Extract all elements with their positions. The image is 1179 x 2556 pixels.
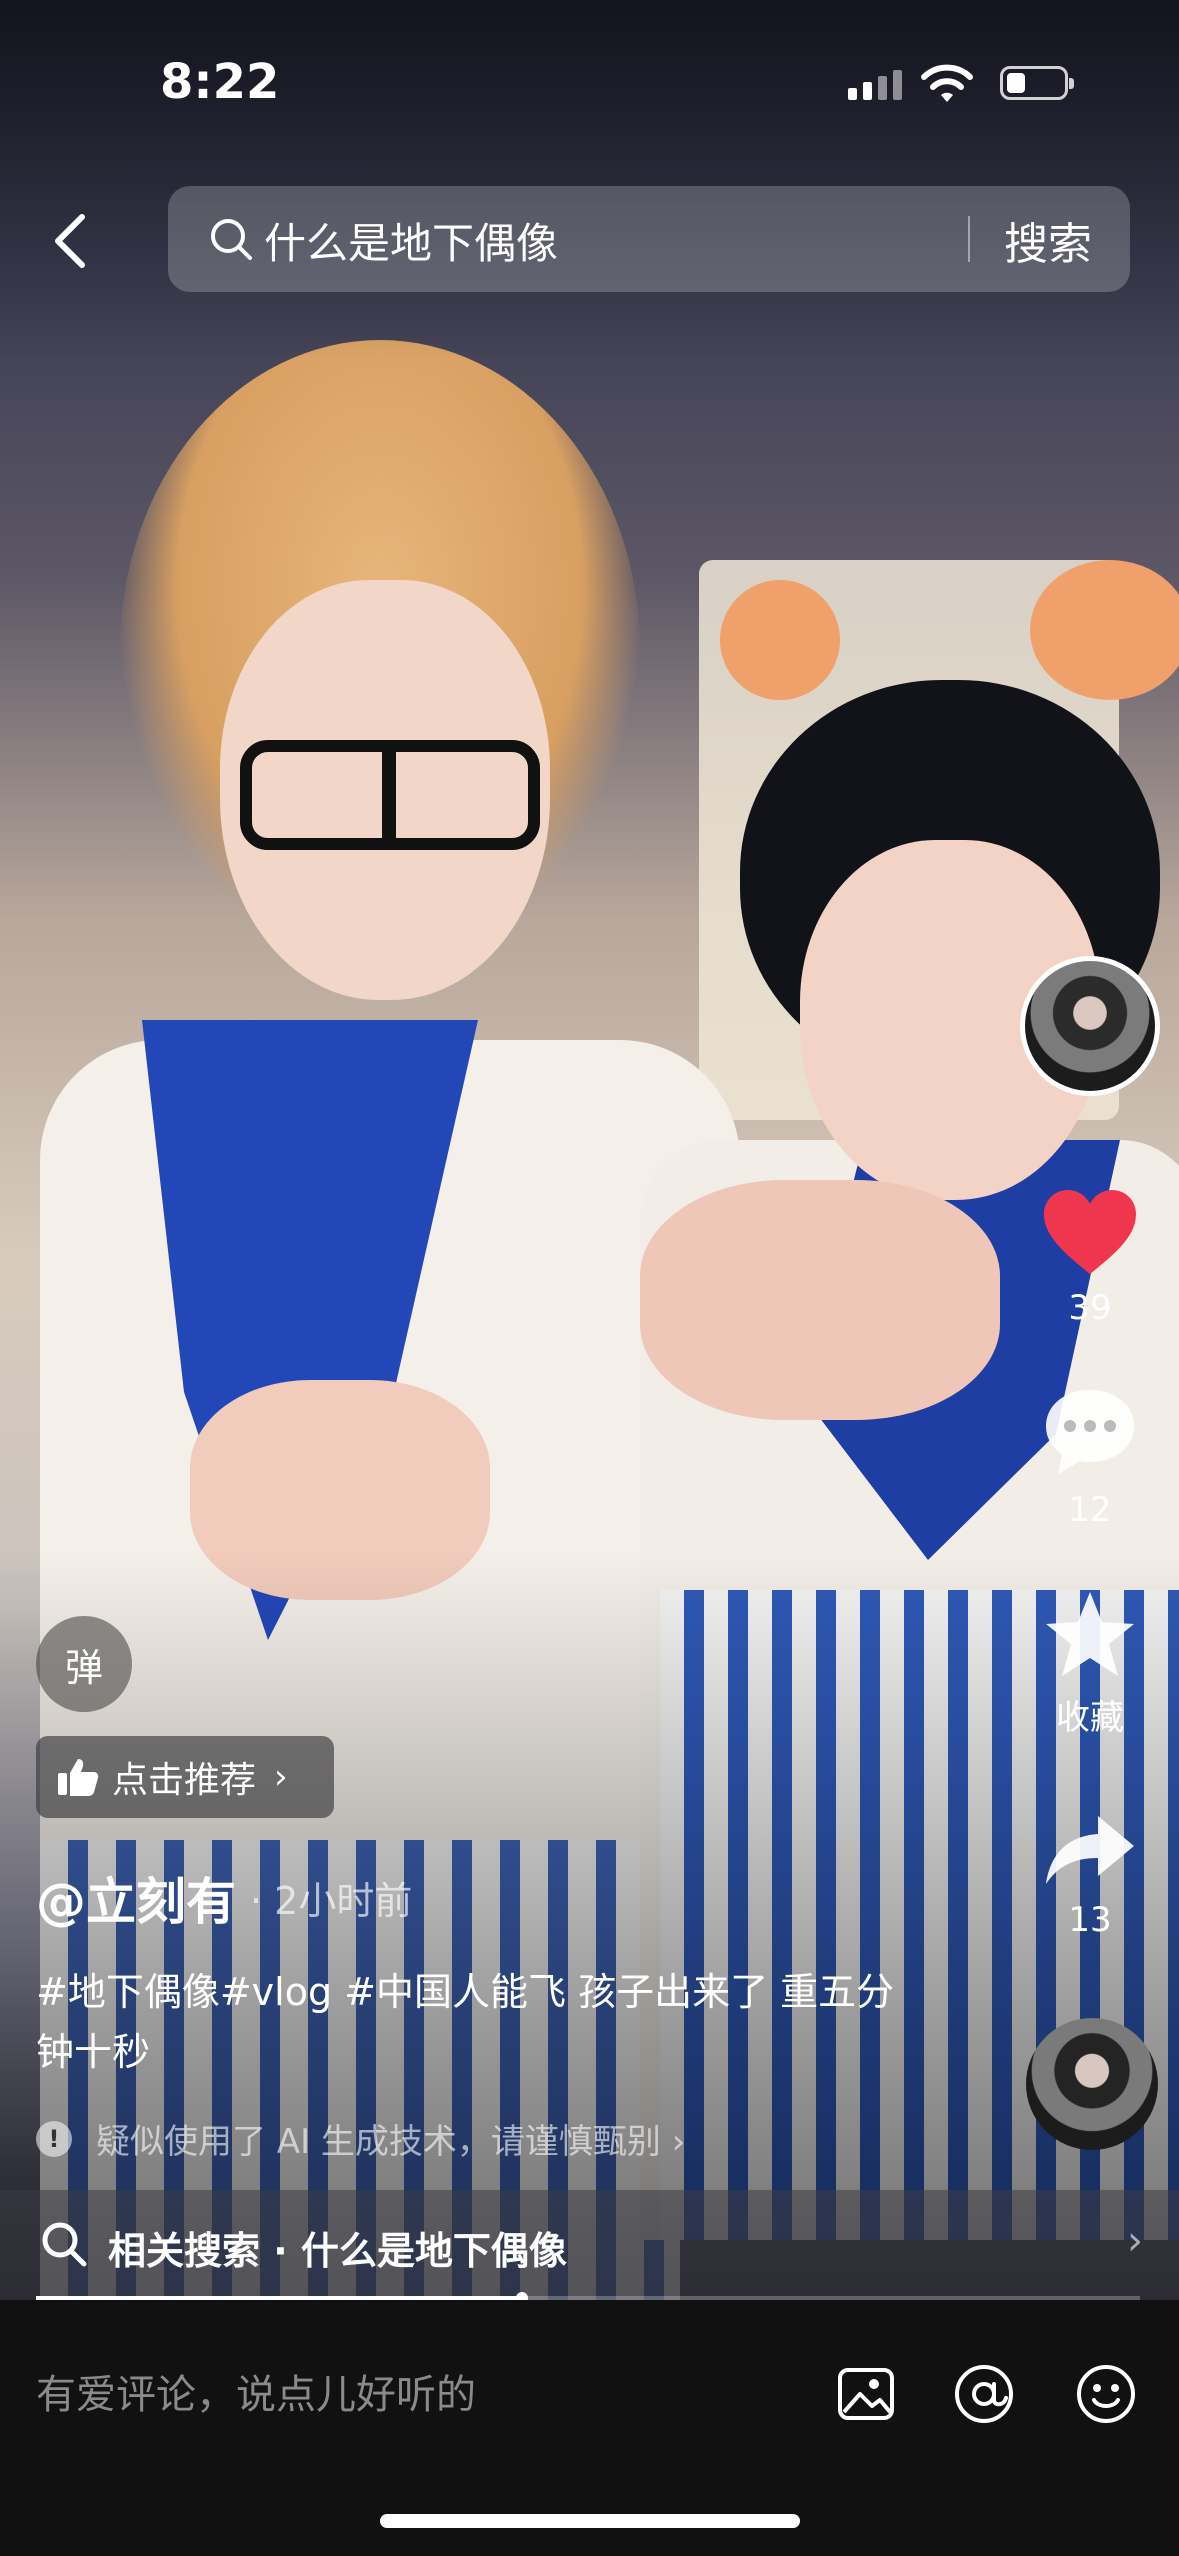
comment-button[interactable]: 12 — [1020, 1384, 1160, 1530]
ai-notice-text: 疑似使用了 AI 生成技术，请谨慎甄别 › — [96, 2122, 686, 2162]
like-button[interactable]: 39 — [1020, 1186, 1160, 1328]
post-time: · 2小时前 — [250, 1879, 413, 1923]
cellular-signal-icon — [848, 70, 902, 100]
search-bar[interactable]: 什么是地下偶像 搜索 — [168, 186, 1130, 292]
battery-icon — [1000, 66, 1074, 100]
home-indicator — [380, 2514, 800, 2528]
music-disc-avatar[interactable] — [1026, 2018, 1158, 2150]
danmu-toggle[interactable]: 弹 — [36, 1616, 132, 1712]
heart-icon — [1044, 1190, 1136, 1274]
status-bar: 8:22 — [0, 0, 1179, 170]
back-icon — [55, 214, 85, 268]
warning-icon: ! — [36, 2120, 72, 2157]
chevron-right-icon: › — [274, 1757, 288, 1797]
wifi-icon — [921, 64, 973, 102]
search-icon — [42, 2222, 87, 2267]
comment-input[interactable]: 有爱评论，说点儿好听的 — [36, 2362, 476, 2420]
emoji-icon[interactable] — [1074, 2362, 1138, 2426]
danmu-label: 弹 — [64, 1645, 103, 1690]
video-caption[interactable]: #地下偶像#vlog #中国人能飞 孩子出来了 重五分钟十秒 — [36, 1962, 916, 2082]
status-time: 8:22 — [160, 54, 280, 110]
chevron-right-icon: › — [1127, 2218, 1143, 2264]
share-count: 13 — [1068, 1900, 1112, 1940]
like-count: 39 — [1068, 1288, 1112, 1328]
recommend-label: 点击推荐 — [112, 1760, 257, 1801]
favorite-button[interactable]: 收藏 — [1020, 1588, 1160, 1739]
thumbs-up-icon — [58, 1759, 99, 1796]
star-icon — [1046, 1592, 1134, 1676]
favorite-label: 收藏 — [1056, 1698, 1124, 1738]
search-button[interactable]: 搜索 — [1004, 208, 1092, 272]
recommend-button[interactable]: 点击推荐 › — [36, 1736, 334, 1818]
video-frame[interactable] — [0, 0, 1179, 2300]
app-root: 8:22 什么是地下偶像 搜索 39 12 收藏 13 弹 点击推荐 › @立刻… — [0, 0, 1179, 2556]
search-icon — [211, 219, 252, 260]
search-query[interactable]: 什么是地下偶像 — [264, 210, 558, 271]
related-search-text: 相关搜索 · 什么是地下偶像 — [108, 2229, 567, 2273]
back-button[interactable] — [40, 206, 100, 276]
share-icon — [1046, 1816, 1134, 1884]
at-icon[interactable] — [952, 2362, 1016, 2426]
ai-notice[interactable]: ! 疑似使用了 AI 生成技术，请谨慎甄别 › — [36, 2114, 685, 2163]
share-button[interactable]: 13 — [1020, 1810, 1160, 1940]
author-name[interactable]: @立刻有 — [36, 1862, 236, 1934]
search-divider — [968, 216, 970, 262]
author-avatar[interactable] — [1020, 956, 1160, 1096]
image-icon[interactable] — [834, 2362, 898, 2426]
comment-count: 12 — [1068, 1490, 1112, 1530]
comment-icon — [1046, 1390, 1134, 1474]
related-search-bar[interactable]: 相关搜索 · 什么是地下偶像 › — [0, 2190, 1179, 2300]
